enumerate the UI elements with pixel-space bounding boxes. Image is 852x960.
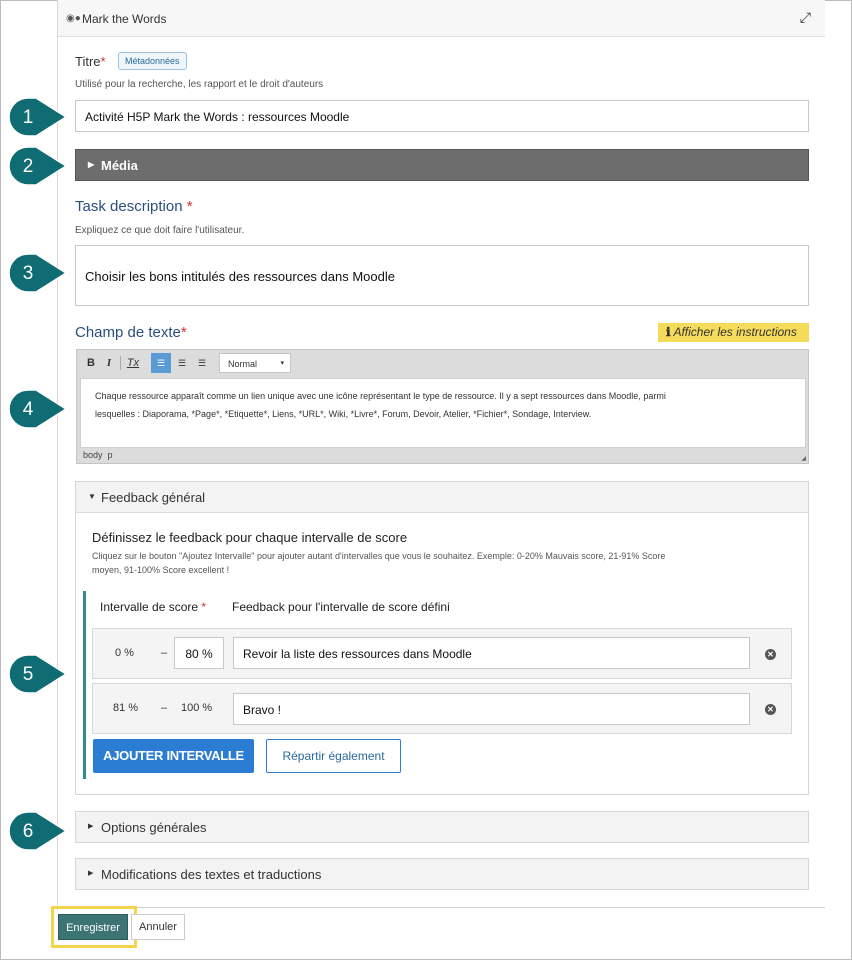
rich-text-editor: B I Tx ☰ ☰ ☰ Normal ▾ Chaque ressource ap…: [76, 349, 809, 464]
path-p[interactable]: p: [108, 450, 113, 460]
callout-number: 6: [22, 821, 34, 842]
feedback-text-input[interactable]: Bravo !: [233, 693, 750, 725]
translations-header[interactable]: ▶ Modifications des textes et traduction…: [76, 859, 808, 889]
fullscreen-icon[interactable]: ⤢: [800, 9, 811, 26]
feedback-help-1: Cliquez sur le bouton "Ajoutez Intervall…: [92, 551, 666, 561]
align-right-button[interactable]: ☰: [192, 353, 212, 373]
task-description-label: Task description *: [75, 198, 193, 215]
footer-divider: [58, 907, 825, 908]
show-instructions-button[interactable]: ℹ Afficher les instructions: [658, 323, 809, 342]
callout-number: 4: [22, 399, 34, 420]
italic-button[interactable]: I: [101, 353, 117, 373]
score-from: 0 %: [115, 647, 134, 659]
callout-number: 2: [22, 156, 34, 177]
distribute-evenly-button[interactable]: Répartir également: [266, 739, 401, 773]
score-range-header: Intervalle de score *: [100, 600, 207, 614]
remove-row-icon[interactable]: ✕: [765, 649, 776, 660]
score-from: 81 %: [113, 702, 139, 714]
align-center-button[interactable]: ☰: [172, 353, 192, 373]
chevron-right-icon: ▶: [88, 870, 94, 877]
feedback-text-header: Feedback pour l'intervalle de score défi…: [232, 600, 450, 614]
feedback-text-input[interactable]: Revoir la liste des ressources dans Mood…: [233, 637, 750, 669]
chevron-right-icon: ▶: [88, 823, 94, 830]
metadata-button[interactable]: Métadonnées: [118, 52, 187, 70]
translations-header-label: Modifications des textes et traductions: [101, 867, 322, 882]
remove-row-icon[interactable]: ✕: [765, 704, 776, 715]
score-row: 0 % – 80 % Revoir la liste des ressource…: [92, 628, 792, 679]
format-select-value: Normal: [228, 359, 258, 369]
options-panel[interactable]: ▶ Options générales: [75, 811, 809, 843]
task-description-input[interactable]: Choisir les bons intitulés des ressource…: [75, 245, 809, 306]
chevron-down-icon: ▼: [88, 492, 96, 501]
add-interval-button[interactable]: AJOUTER INTERVALLE: [93, 739, 254, 773]
callout-layer: [8, 97, 68, 851]
media-accordion[interactable]: ▶ Média: [75, 149, 809, 181]
resize-handle-icon[interactable]: ◢: [801, 455, 806, 462]
text-line-2: lesquelles : Diaporama, *Page*, *Etiquet…: [95, 409, 592, 419]
clear-format-button[interactable]: Tx: [124, 353, 142, 373]
score-row: 81 % – 100 % Bravo ! ✕: [92, 683, 792, 734]
callout-number: 5: [22, 664, 34, 685]
dropdown-arrow-icon: ▾: [280, 360, 284, 367]
options-header-label: Options générales: [101, 820, 207, 835]
feedback-header-label: Feedback général: [101, 490, 206, 505]
content-type-title: Mark the Words: [82, 12, 167, 26]
titre-input[interactable]: Activité H5P Mark the Words : ressources…: [75, 100, 809, 132]
callout-number: 1: [22, 107, 34, 128]
toolbar-divider: [120, 356, 121, 370]
editor-header: ◉● Mark the Words ⤢: [58, 0, 825, 37]
range-dash: –: [161, 702, 168, 714]
score-to-input[interactable]: 80 %: [174, 637, 224, 669]
chevron-right-icon: ▶: [88, 160, 95, 169]
range-dash: –: [161, 647, 168, 659]
text-line-1: Chaque ressource apparaît comme un lien …: [95, 391, 666, 401]
path-body[interactable]: body: [83, 450, 103, 460]
align-left-button[interactable]: ☰: [151, 353, 171, 373]
cancel-button[interactable]: Annuler: [131, 914, 185, 940]
feedback-title: Définissez le feedback pour chaque inter…: [92, 530, 408, 545]
save-button[interactable]: Enregistrer: [58, 914, 128, 940]
text-field-label: Champ de texte*: [75, 324, 187, 341]
format-select[interactable]: Normal ▾: [219, 353, 291, 373]
text-field-body[interactable]: Chaque ressource apparaît comme un lien …: [80, 378, 806, 448]
bold-button[interactable]: B: [83, 353, 99, 373]
element-path: body p: [83, 450, 113, 460]
translations-panel[interactable]: ▶ Modifications des textes et traduction…: [75, 858, 809, 890]
titre-description: Utilisé pour la recherche, les rapport e…: [75, 79, 324, 90]
show-instructions-label: Afficher les instructions: [673, 325, 797, 339]
media-label: Média: [101, 158, 138, 173]
feedback-help-2: moyen, 91-100% Score excellent !: [92, 565, 230, 575]
callout-number: 3: [22, 263, 34, 284]
options-header[interactable]: ▶ Options générales: [76, 812, 808, 842]
score-to: 100 %: [181, 702, 213, 714]
task-description-help: Expliquez ce que doit faire l'utilisateu…: [75, 225, 245, 236]
feedback-group-bar: [83, 591, 86, 779]
feedback-header[interactable]: ▼ Feedback général: [76, 482, 808, 513]
info-icon: ℹ: [666, 325, 671, 339]
